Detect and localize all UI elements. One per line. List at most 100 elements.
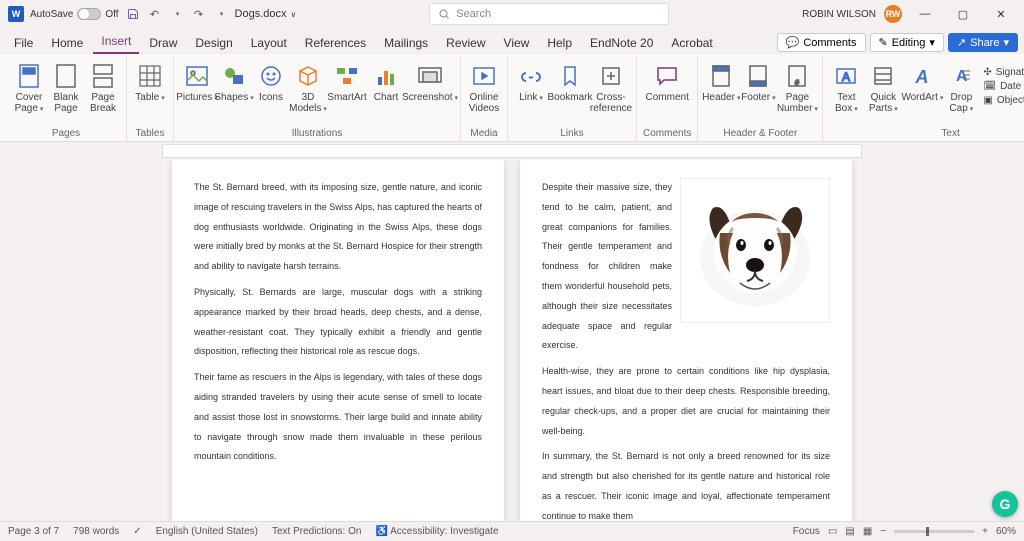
comments-button[interactable]: 💬 Comments [777, 33, 866, 52]
view-web-icon[interactable]: ▦ [863, 526, 872, 537]
tab-endnote[interactable]: EndNote 20 [582, 32, 661, 54]
view-read-icon[interactable]: ▭ [828, 526, 837, 537]
undo-dropdown[interactable] [169, 6, 185, 22]
ribbon: Cover Page Blank Page Page Break Pages T… [0, 54, 1024, 142]
group-header-footer: Header Footer #Page Number Header & Foot… [698, 56, 823, 141]
page-break-icon [89, 62, 117, 90]
autosave-toggle[interactable]: AutoSave Off [30, 8, 119, 20]
dog-image[interactable] [680, 178, 830, 323]
header-icon [707, 62, 735, 90]
page-right[interactable]: Despite their massive size, they tend to… [520, 160, 852, 521]
online-videos-button[interactable]: Online Videos [467, 60, 501, 114]
group-label-media: Media [470, 126, 497, 141]
cube-icon [294, 62, 322, 90]
editing-mode-button[interactable]: ✎ Editing ▾ [870, 33, 944, 52]
screenshot-button[interactable]: Screenshot [406, 60, 454, 103]
quick-parts-button[interactable]: Quick Parts [866, 60, 900, 114]
page-break-button[interactable]: Page Break [86, 60, 120, 114]
tab-draw[interactable]: Draw [141, 32, 185, 54]
bookmark-button[interactable]: Bookmark [551, 60, 589, 103]
calendar-icon: 🗓 [983, 81, 996, 92]
shapes-icon [220, 62, 248, 90]
restore-button[interactable]: ▢ [948, 4, 978, 24]
zoom-slider[interactable] [894, 530, 974, 533]
group-media: Online Videos Media [461, 56, 508, 141]
shapes-button[interactable]: Shapes [217, 60, 251, 103]
spell-check-icon[interactable]: ✓ [133, 526, 141, 537]
smartart-button[interactable]: SmartArt [328, 60, 366, 103]
document-name[interactable]: Dogs.docx ∨ [235, 8, 297, 20]
tab-design[interactable]: Design [187, 32, 240, 54]
undo-icon[interactable]: ↶ [147, 6, 163, 22]
view-print-icon[interactable]: ▤ [845, 526, 854, 537]
word-app-icon: W [8, 6, 24, 22]
zoom-in-button[interactable]: + [982, 526, 988, 537]
search-input[interactable]: Search [429, 3, 669, 25]
status-language[interactable]: English (United States) [156, 526, 258, 537]
status-words[interactable]: 798 words [73, 526, 119, 537]
table-button[interactable]: Table [133, 60, 167, 103]
share-button[interactable]: ↗ Share ▾ [948, 33, 1018, 52]
tab-acrobat[interactable]: Acrobat [663, 32, 720, 54]
group-label-tables: Tables [136, 126, 165, 141]
tab-references[interactable]: References [297, 32, 374, 54]
qat-customize[interactable] [213, 6, 229, 22]
tab-layout[interactable]: Layout [243, 32, 295, 54]
status-accessibility[interactable]: ♿ Accessibility: Investigate [375, 526, 498, 537]
user-avatar[interactable]: RW [884, 5, 902, 23]
document-area[interactable]: The St. Bernard breed, with its imposing… [0, 160, 1024, 521]
grammarly-icon[interactable]: G [992, 491, 1018, 517]
cover-page-button[interactable]: Cover Page [12, 60, 46, 114]
autosave-state: Off [105, 9, 118, 20]
tab-insert[interactable]: Insert [93, 30, 139, 54]
date-time-button[interactable]: 🗓Date & Time [981, 80, 1024, 93]
footer-button[interactable]: Footer [741, 60, 775, 103]
paragraph: Health-wise, they are prone to certain c… [542, 362, 830, 441]
text-box-button[interactable]: AText Box [829, 60, 863, 114]
tab-review[interactable]: Review [438, 32, 493, 54]
pictures-button[interactable]: Pictures [180, 60, 214, 103]
group-label-text: Text [941, 126, 959, 141]
minimize-button[interactable]: — [910, 4, 940, 24]
blank-page-icon [52, 62, 80, 90]
tab-help[interactable]: Help [539, 32, 580, 54]
status-page[interactable]: Page 3 of 7 [8, 526, 59, 537]
link-button[interactable]: Link [514, 60, 548, 103]
signature-line-button[interactable]: ✣Signature Line [981, 66, 1024, 79]
crossref-icon [597, 62, 625, 90]
paragraph: Their fame as rescuers in the Alps is le… [194, 368, 482, 467]
redo-icon[interactable]: ↷ [191, 6, 207, 22]
tab-mailings[interactable]: Mailings [376, 32, 436, 54]
cross-reference-button[interactable]: Cross-reference [592, 60, 630, 114]
bookmark-icon [556, 62, 584, 90]
chart-button[interactable]: Chart [369, 60, 403, 103]
horizontal-ruler[interactable] [0, 142, 1024, 160]
footer-icon [744, 62, 772, 90]
page-left[interactable]: The St. Bernard breed, with its imposing… [172, 160, 504, 521]
group-label-links: Links [560, 126, 583, 141]
comment-button[interactable]: Comment [648, 60, 686, 103]
status-predictions[interactable]: Text Predictions: On [272, 526, 361, 537]
3d-models-button[interactable]: 3D Models [291, 60, 325, 114]
zoom-out-button[interactable]: − [880, 526, 886, 537]
tab-view[interactable]: View [496, 32, 538, 54]
title-bar: W AutoSave Off ↶ ↷ Dogs.docx ∨ Search RO… [0, 0, 1024, 28]
focus-mode-button[interactable]: Focus [793, 526, 820, 537]
blank-page-button[interactable]: Blank Page [49, 60, 83, 114]
object-button[interactable]: ▣Object [981, 94, 1024, 107]
close-button[interactable]: ✕ [986, 4, 1016, 24]
tab-home[interactable]: Home [43, 32, 91, 54]
icons-button[interactable]: Icons [254, 60, 288, 103]
header-button[interactable]: Header [704, 60, 738, 103]
table-icon [136, 62, 164, 90]
group-comments: Comment Comments [637, 56, 698, 141]
save-icon[interactable] [125, 6, 141, 22]
wordart-button[interactable]: AWordArt [903, 60, 941, 103]
drop-cap-button[interactable]: ADrop Cap [944, 60, 978, 114]
zoom-level[interactable]: 60% [996, 526, 1016, 537]
tab-file[interactable]: File [6, 32, 41, 54]
group-label-pages: Pages [52, 126, 80, 141]
wordart-icon: A [908, 62, 936, 90]
toggle-switch-icon[interactable] [77, 8, 101, 20]
page-number-button[interactable]: #Page Number [778, 60, 816, 114]
